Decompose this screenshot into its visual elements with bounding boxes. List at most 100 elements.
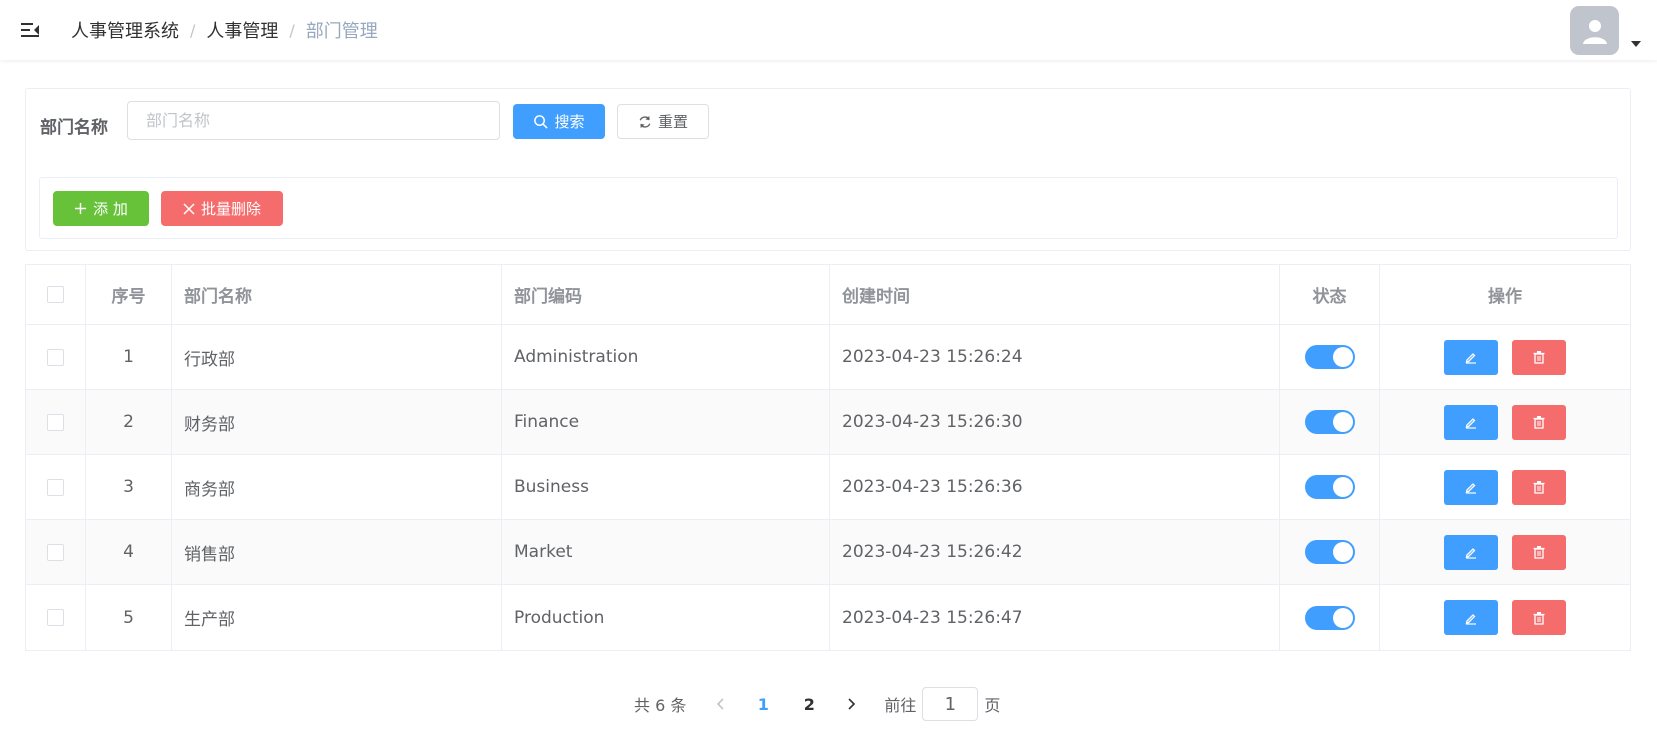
table-row: 3 商务部 Business 2023-04-23 15:26:36 [26, 455, 1630, 520]
edit-icon [1465, 613, 1476, 625]
pagination-jumper: 前往 页 [884, 687, 1000, 721]
header-checkbox-cell [26, 265, 86, 324]
select-all-checkbox[interactable] [47, 286, 64, 303]
row-index: 2 [86, 390, 172, 454]
page-number-2[interactable]: 2 [786, 689, 832, 719]
table-row: 4 销售部 Market 2023-04-23 15:26:42 [26, 520, 1630, 585]
top-navbar: 人事管理系统 / 人事管理 / 部门管理 [0, 0, 1657, 60]
edit-button[interactable] [1444, 404, 1498, 440]
row-checkbox[interactable] [47, 543, 64, 561]
row-checkbox[interactable] [47, 348, 64, 366]
reset-button[interactable]: 重置 [617, 104, 709, 139]
goto-suffix: 页 [984, 696, 1001, 715]
row-actions [1380, 455, 1630, 519]
edit-button[interactable] [1444, 600, 1498, 635]
delete-button[interactable] [1512, 339, 1566, 375]
breadcrumb-item-system[interactable]: 人事管理系统 [71, 17, 179, 43]
row-department-name: 商务部 [172, 455, 502, 519]
edit-button[interactable] [1444, 339, 1498, 375]
breadcrumb-item-hr[interactable]: 人事管理 [206, 17, 278, 43]
row-department-code: Business [502, 455, 830, 519]
edit-icon [1465, 353, 1476, 364]
pagination-total: 共 6 条 [634, 696, 687, 715]
refresh-icon [639, 115, 651, 128]
plus-icon [75, 202, 87, 215]
delete-button[interactable] [1512, 534, 1566, 570]
department-table: 序号 部门名称 部门编码 创建时间 状态 操作 1 行政部 Administra… [25, 264, 1631, 651]
row-department-code: Production [502, 585, 830, 650]
column-header-status: 状态 [1280, 265, 1380, 324]
trash-icon [1533, 546, 1545, 559]
row-checkbox-cell [26, 455, 86, 519]
row-status-cell [1280, 585, 1380, 650]
goto-page-input[interactable] [922, 687, 979, 721]
row-checkbox[interactable] [47, 413, 64, 431]
delete-button[interactable] [1512, 404, 1566, 440]
column-header-created: 创建时间 [830, 265, 1280, 324]
edit-icon [1465, 418, 1476, 429]
breadcrumb: 人事管理系统 / 人事管理 / 部门管理 [71, 17, 378, 43]
row-department-name: 销售部 [172, 520, 502, 584]
edit-button[interactable] [1444, 534, 1498, 570]
status-toggle[interactable] [1304, 475, 1355, 499]
row-checkbox-cell [26, 520, 86, 584]
chevron-left-icon [717, 698, 724, 710]
next-page-button[interactable] [832, 689, 870, 719]
column-header-actions: 操作 [1488, 287, 1522, 307]
goto-prefix: 前往 [884, 696, 917, 715]
row-department-code: Administration [502, 325, 830, 389]
row-department-name: 行政部 [172, 325, 502, 389]
row-checkbox-cell [26, 390, 86, 454]
search-button[interactable]: 搜索 [513, 104, 605, 139]
status-toggle[interactable] [1304, 345, 1355, 369]
row-checkbox-cell [26, 325, 86, 389]
row-index: 1 [86, 325, 172, 389]
row-actions [1380, 585, 1630, 650]
row-checkbox[interactable] [47, 478, 64, 496]
edit-button[interactable] [1444, 469, 1498, 505]
row-status-cell [1280, 390, 1380, 454]
row-created-time: 2023-04-23 15:26:24 [830, 325, 1280, 389]
row-actions [1380, 520, 1630, 584]
reset-button-label: 重置 [657, 113, 688, 131]
edit-icon [1465, 548, 1476, 559]
status-toggle[interactable] [1304, 540, 1355, 564]
row-department-code: Finance [502, 390, 830, 454]
column-header-index: 序号 [86, 265, 172, 324]
caret-down-icon[interactable] [1630, 40, 1642, 48]
user-avatar-icon[interactable] [1570, 6, 1619, 55]
close-icon [183, 202, 195, 215]
table-row: 5 生产部 Production 2023-04-23 15:26:47 [26, 585, 1630, 650]
table-row: 1 行政部 Administration 2023-04-23 15:26:24 [26, 325, 1630, 390]
add-button-label: 添 加 [93, 200, 128, 218]
row-department-name: 生产部 [172, 585, 502, 650]
row-actions [1380, 325, 1630, 389]
hamburger-icon[interactable] [0, 0, 60, 60]
row-actions [1380, 390, 1630, 454]
action-toolbar: 添 加 批量删除 [39, 177, 1618, 239]
row-status-cell [1280, 520, 1380, 584]
delete-button[interactable] [1512, 600, 1566, 635]
row-status-cell [1280, 325, 1380, 389]
status-toggle[interactable] [1304, 605, 1355, 630]
column-header-name: 部门名称 [172, 265, 502, 324]
delete-button[interactable] [1512, 469, 1566, 505]
search-icon [534, 115, 549, 129]
row-department-code: Market [502, 520, 830, 584]
table-header-row: 序号 部门名称 部门编码 创建时间 状态 操作 [26, 265, 1630, 325]
prev-page-button[interactable] [702, 689, 740, 719]
batch-delete-button[interactable]: 批量删除 [161, 191, 283, 226]
department-name-input[interactable] [127, 101, 500, 140]
status-toggle[interactable] [1304, 410, 1355, 434]
trash-icon [1533, 416, 1545, 429]
trash-icon [1533, 611, 1545, 625]
row-checkbox-cell [26, 585, 86, 650]
breadcrumb-separator: / [190, 20, 196, 40]
row-checkbox[interactable] [47, 609, 64, 626]
add-button[interactable]: 添 加 [53, 191, 149, 226]
row-department-name: 财务部 [172, 390, 502, 454]
row-created-time: 2023-04-23 15:26:47 [830, 585, 1280, 650]
batch-delete-button-label: 批量删除 [200, 200, 261, 218]
page-number-1[interactable]: 1 [740, 689, 786, 719]
row-index: 3 [86, 455, 172, 519]
